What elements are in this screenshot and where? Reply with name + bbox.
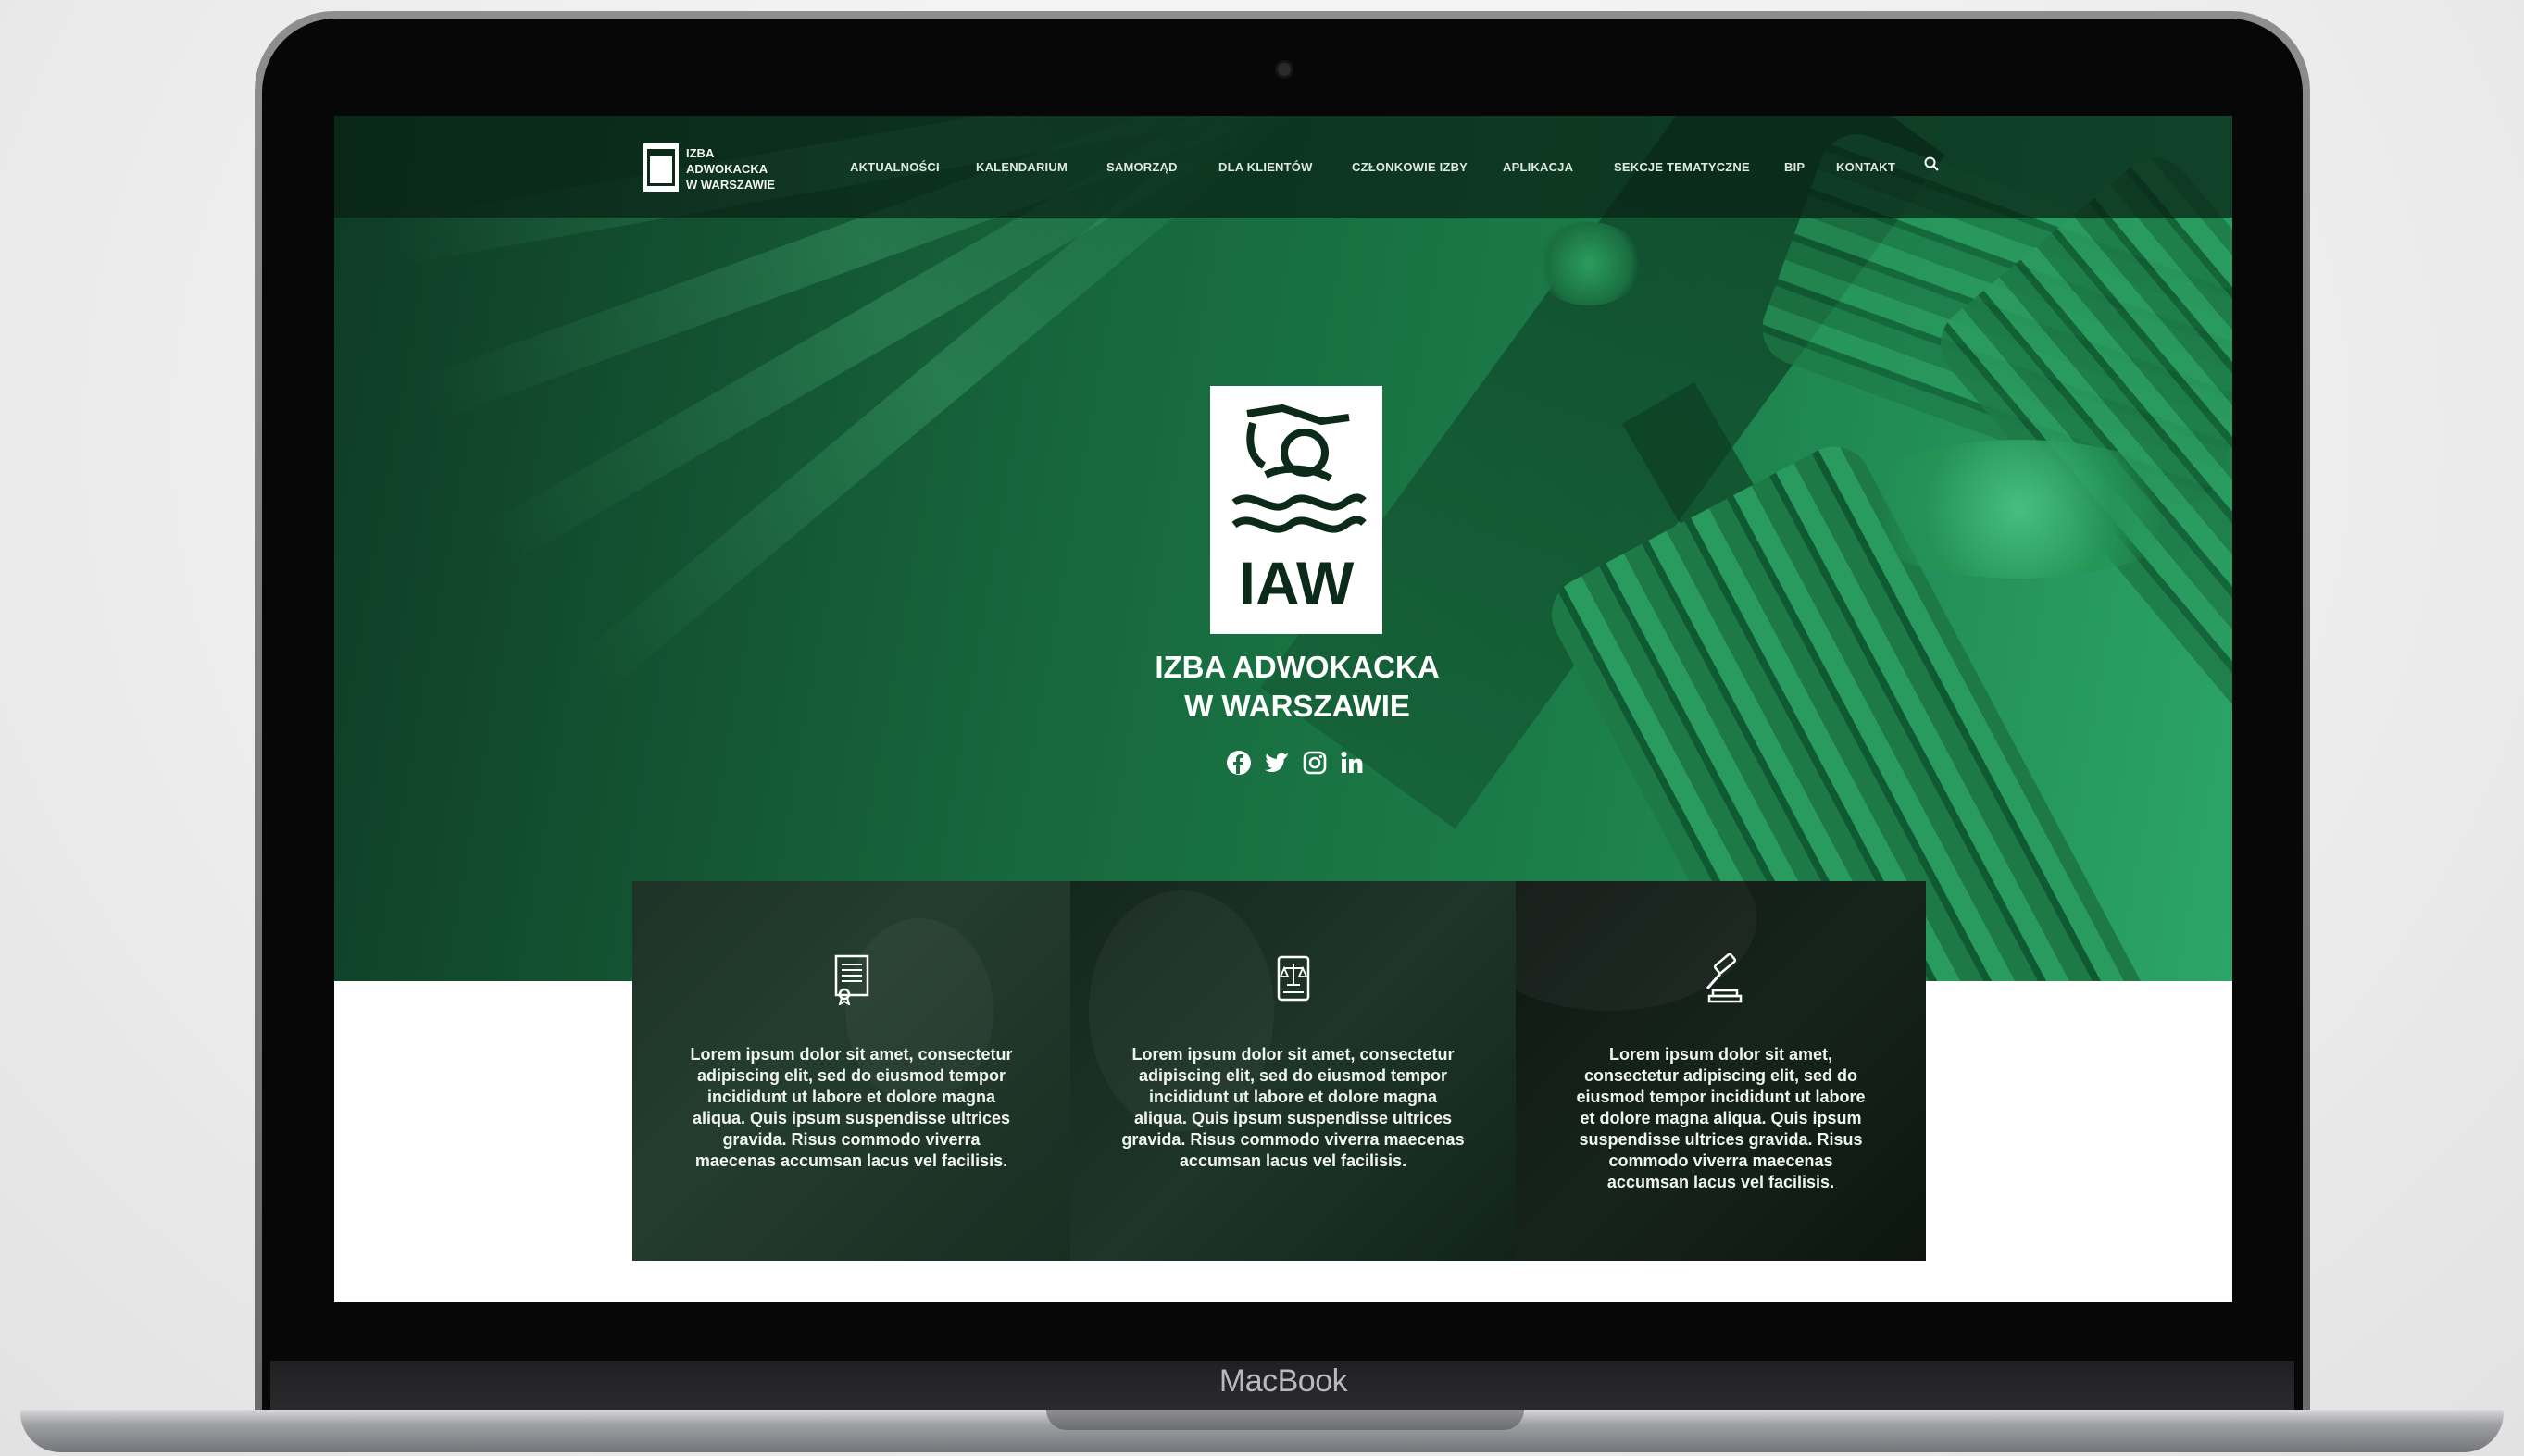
nav-item-czlonkowie-izby[interactable]: CZŁONKOWIE IZBY bbox=[1352, 160, 1468, 174]
law-book-scales-icon bbox=[1277, 955, 1309, 1002]
top-navigation: IZBA ADWOKACKA W WARSZAWIE AKTUALNOŚCI K… bbox=[334, 116, 2232, 218]
hero-section: IZBA ADWOKACKA W WARSZAWIE AKTUALNOŚCI K… bbox=[334, 116, 2232, 981]
nav-item-sekcje-tematyczne[interactable]: SEKCJE TEMATYCZNE bbox=[1614, 160, 1750, 174]
nav-brand[interactable]: IZBA ADWOKACKA W WARSZAWIE bbox=[686, 145, 775, 193]
emblem-letters: IAW bbox=[1239, 549, 1355, 617]
nav-item-kontakt[interactable]: KONTAKT bbox=[1836, 160, 1895, 174]
instagram-icon[interactable] bbox=[1302, 750, 1328, 776]
twitter-icon[interactable] bbox=[1263, 750, 1291, 776]
logo-icon[interactable] bbox=[643, 143, 679, 192]
feature-card[interactable]: Lorem ipsum dolor sit amet, consectetur … bbox=[1516, 881, 1926, 1261]
card-text: Lorem ipsum dolor sit amet, consectetur … bbox=[1576, 1045, 1866, 1191]
nav-item-kalendarium[interactable]: KALENDARIUM bbox=[976, 160, 1068, 174]
social-links bbox=[1221, 750, 1369, 778]
brand-line: W WARSZAWIE bbox=[686, 178, 776, 192]
device-brand: MacBook bbox=[1218, 1363, 1348, 1399]
emblem-logo: IAW bbox=[1210, 386, 1382, 634]
camera bbox=[1278, 63, 1291, 76]
gavel-icon bbox=[1706, 953, 1742, 1003]
hero-title-line: IZBA ADWOKACKA bbox=[1155, 650, 1440, 684]
linkedin-icon[interactable] bbox=[1339, 750, 1365, 776]
nav-item-bip[interactable]: BIP bbox=[1784, 160, 1805, 174]
feature-cards: Lorem ipsum dolor sit amet, consectetur … bbox=[632, 881, 1926, 1261]
column-capital bbox=[1843, 440, 2195, 579]
hero-title: IZBA ADWOKACKA W WARSZAWIE bbox=[1112, 648, 1482, 726]
search-icon[interactable] bbox=[1924, 156, 1939, 171]
hero-title-line: W WARSZAWIE bbox=[1184, 689, 1410, 723]
iaw-emblem-icon: IAW bbox=[1231, 404, 1367, 617]
facebook-icon[interactable] bbox=[1226, 750, 1252, 776]
nav-item-aplikacja[interactable]: APLIKACJA bbox=[1503, 160, 1573, 174]
document-certificate-icon bbox=[834, 954, 868, 1005]
card-text: Lorem ipsum dolor sit amet, consectetur … bbox=[1121, 1045, 1465, 1170]
brand-line: IZBA bbox=[686, 146, 715, 160]
nav-item-dla-klientow[interactable]: DLA KLIENTÓW bbox=[1218, 160, 1313, 174]
nav-item-aktualnosci[interactable]: AKTUALNOŚCI bbox=[850, 160, 940, 174]
laptop-notch bbox=[1046, 1410, 1524, 1430]
feature-card[interactable]: Lorem ipsum dolor sit amet, consectetur … bbox=[1070, 881, 1516, 1261]
brand-line: ADWOKACKA bbox=[686, 162, 768, 176]
laptop-screen: IZBA ADWOKACKA W WARSZAWIE AKTUALNOŚCI K… bbox=[334, 116, 2232, 1302]
card-text: Lorem ipsum dolor sit amet, consectetur … bbox=[690, 1045, 1013, 1170]
ceiling-rosette bbox=[1533, 222, 1644, 305]
nav-item-samorzad[interactable]: SAMORZĄD bbox=[1106, 160, 1178, 174]
feature-card[interactable]: Lorem ipsum dolor sit amet, consectetur … bbox=[632, 881, 1070, 1261]
